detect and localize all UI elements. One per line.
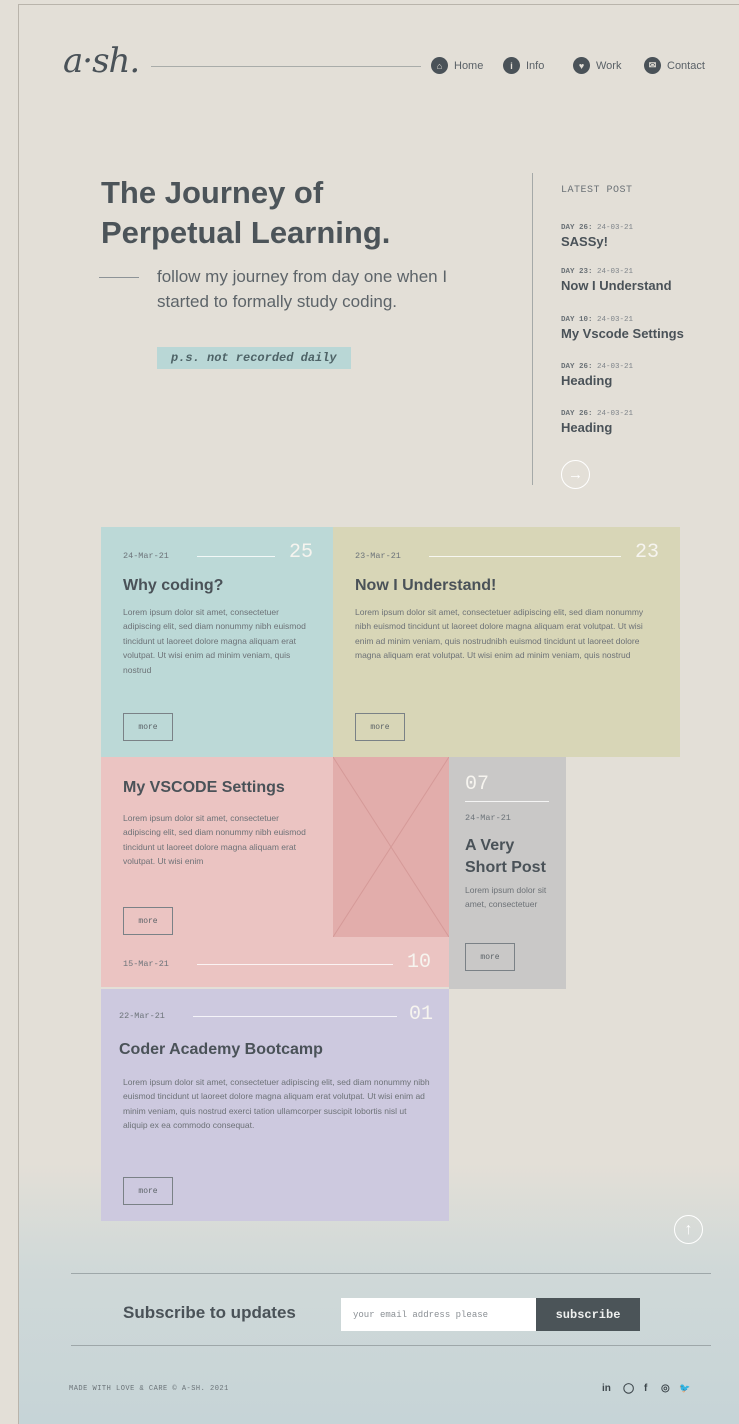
post-date: 24-03-21: [597, 363, 634, 371]
subscribe-divider-bottom: [71, 1345, 711, 1346]
nav-work[interactable]: ♥ Work: [573, 57, 621, 74]
twitter-icon[interactable]: 🐦: [679, 1383, 690, 1394]
site-logo[interactable]: a·sh.: [63, 41, 140, 81]
card-line: [465, 801, 549, 802]
nav-work-label: Work: [596, 59, 622, 72]
latest-post-heading: LATEST POST: [561, 185, 633, 196]
sidebar-post-1[interactable]: DAY 26: 24-03-21 SASSy!: [561, 224, 633, 249]
post-title: SASSy!: [561, 234, 608, 249]
arrow-right-icon: →: [568, 466, 583, 483]
card-date: 23-Mar-21: [355, 551, 401, 561]
ps-note: p.s. not recorded daily: [157, 347, 351, 369]
card-line: [197, 556, 275, 557]
sidebar-post-2[interactable]: DAY 23: 24-03-21 Now I Understand: [561, 268, 672, 293]
card-date: 24-Mar-21: [123, 551, 169, 561]
post-day: DAY 26:: [561, 363, 593, 371]
post-title: Heading: [561, 420, 613, 435]
page-title: The Journey of Perpetual Learning.: [101, 173, 461, 253]
github-icon[interactable]: ◯: [623, 1383, 634, 1394]
email-input[interactable]: [341, 1298, 537, 1331]
card-date: 24-Mar-21: [465, 813, 511, 823]
post-date: 24-03-21: [597, 224, 634, 232]
post-card-short-post: 07 24-Mar-21 A Very Short Post Lorem ips…: [449, 757, 566, 989]
card-number: 01: [409, 1003, 434, 1026]
post-card-now-i-understand: 23-Mar-21 23 Now I Understand! Lorem ips…: [333, 527, 680, 757]
home-icon: ⌂: [431, 57, 448, 74]
post-card-vscode-settings: My VSCODE Settings Lorem ipsum dolor sit…: [101, 757, 449, 987]
post-date: 24-03-21: [597, 316, 634, 324]
post-date: 24-03-21: [597, 410, 634, 418]
mail-icon: ✉: [644, 57, 661, 74]
arrow-up-icon: ↑: [684, 1220, 693, 1238]
more-button[interactable]: more: [465, 943, 515, 971]
card-body: Lorem ipsum dolor sit amet, consectetuer: [465, 885, 547, 910]
linkedin-icon[interactable]: in: [602, 1383, 611, 1394]
card-number: 10: [407, 951, 432, 974]
sidebar-divider: [532, 173, 533, 485]
post-day: DAY 26:: [561, 410, 593, 418]
card-title[interactable]: A Very Short Post: [465, 835, 557, 879]
subtitle-dash: [99, 277, 139, 278]
header-divider: [151, 66, 421, 67]
subscribe-button[interactable]: subscribe: [536, 1298, 640, 1331]
card-title[interactable]: My VSCODE Settings: [123, 779, 285, 797]
card-number: 07: [465, 773, 490, 796]
card-line: [197, 964, 393, 965]
card-body: Lorem ipsum dolor sit amet, consectetuer…: [123, 813, 306, 867]
more-button[interactable]: more: [355, 713, 405, 741]
sidebar-post-5[interactable]: DAY 26: 24-03-21 Heading: [561, 410, 633, 435]
image-placeholder: [333, 757, 449, 937]
nav-contact-label: Contact: [667, 59, 705, 72]
card-date: 15-Mar-21: [123, 959, 169, 969]
card-title[interactable]: Now I Understand!: [355, 577, 496, 595]
post-card-coder-academy: 22-Mar-21 01 Coder Academy Bootcamp Lore…: [101, 989, 449, 1221]
hero-subtitle: follow my journey from day one when I st…: [157, 267, 448, 311]
more-posts-button[interactable]: →: [561, 460, 590, 489]
back-to-top-button[interactable]: ↑: [674, 1215, 703, 1244]
card-date: 22-Mar-21: [119, 1011, 165, 1021]
info-icon: i: [503, 57, 520, 74]
nav-info-label: Info: [526, 59, 545, 72]
subscribe-divider-top: [71, 1273, 711, 1274]
post-title: Heading: [561, 373, 613, 388]
card-number: 23: [635, 541, 660, 564]
more-button[interactable]: more: [123, 907, 173, 935]
footer-copyright: MADE WITH LOVE & CARE © A-SH. 2021: [69, 1385, 229, 1393]
instagram-icon[interactable]: ◎: [661, 1383, 670, 1394]
card-title[interactable]: Why coding?: [123, 577, 223, 595]
post-day: DAY 26:: [561, 224, 593, 232]
post-title: My Vscode Settings: [561, 326, 684, 341]
nav-contact[interactable]: ✉ Contact: [644, 57, 705, 74]
card-line: [193, 1016, 397, 1017]
post-card-why-coding: 24-Mar-21 25 Why coding? Lorem ipsum dol…: [101, 527, 333, 757]
card-number: 25: [289, 541, 314, 564]
card-body: Lorem ipsum dolor sit amet, consectetuer…: [123, 1077, 430, 1131]
nav-home[interactable]: ⌂ Home: [431, 57, 483, 74]
subscribe-title: Subscribe to updates: [123, 1303, 296, 1322]
post-title: Now I Understand: [561, 278, 672, 293]
card-line: [429, 556, 621, 557]
post-date: 24-03-21: [597, 268, 634, 276]
sidebar-post-3[interactable]: DAY 10: 24-03-21 My Vscode Settings: [561, 316, 684, 341]
card-body: Lorem ipsum dolor sit amet, consectetuer…: [123, 607, 306, 675]
post-day: DAY 23:: [561, 268, 593, 276]
sidebar-post-4[interactable]: DAY 26: 24-03-21 Heading: [561, 363, 633, 388]
card-title[interactable]: Coder Academy Bootcamp: [119, 1041, 323, 1059]
nav-home-label: Home: [454, 59, 484, 72]
card-body: Lorem ipsum dolor sit amet, consectetuer…: [355, 607, 644, 661]
title-line-1: The Journey of: [101, 175, 324, 210]
more-button[interactable]: more: [123, 713, 173, 741]
nav-info[interactable]: i Info: [503, 57, 544, 74]
more-button[interactable]: more: [123, 1177, 173, 1205]
post-day: DAY 10:: [561, 316, 593, 324]
page-frame: a·sh. ⌂ Home i Info ♥ Work ✉ Contact The…: [18, 4, 739, 1424]
title-line-2: Perpetual Learning.: [101, 215, 391, 250]
heart-icon: ♥: [573, 57, 590, 74]
facebook-icon[interactable]: f: [644, 1383, 647, 1394]
